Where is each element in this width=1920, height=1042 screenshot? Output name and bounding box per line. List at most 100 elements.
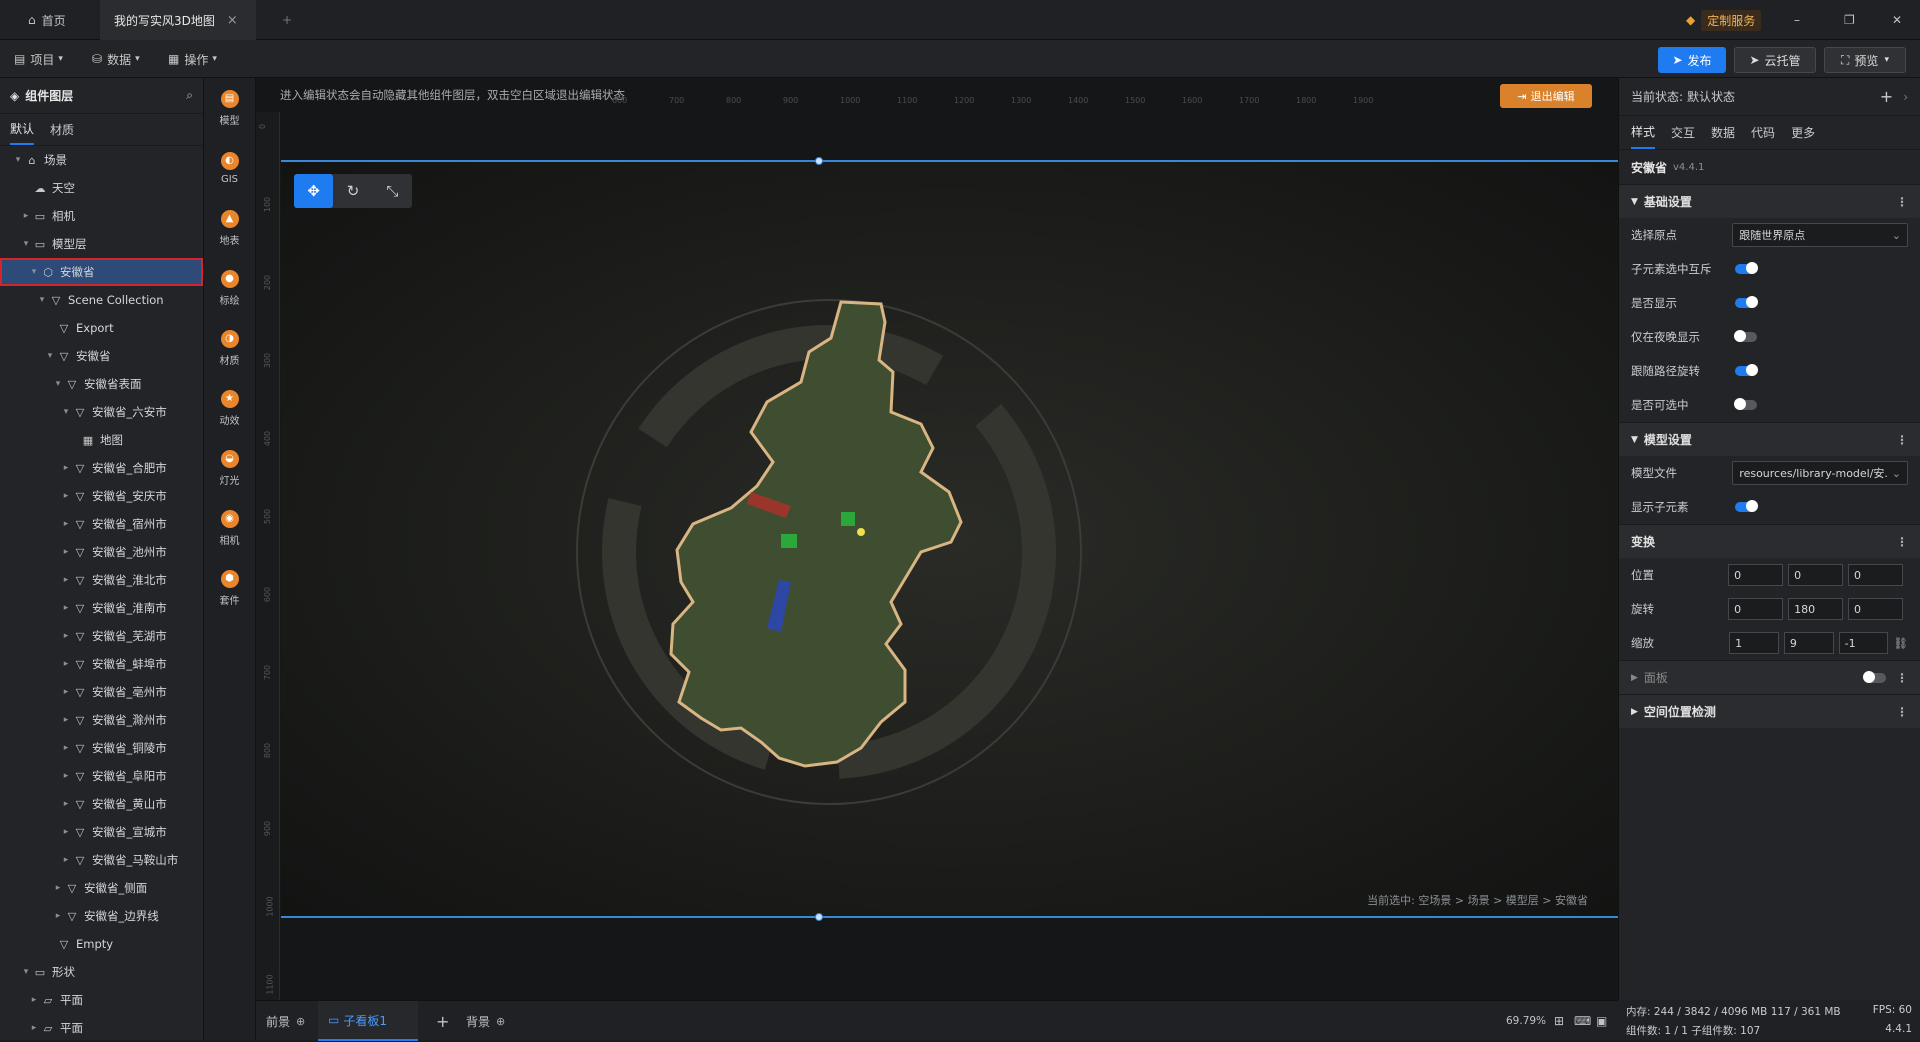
tree-arrow-icon[interactable]: ▸: [60, 659, 72, 669]
tree-arrow-icon[interactable]: ▸: [60, 827, 72, 837]
background-tab[interactable]: 背景 ⊕: [466, 1001, 505, 1041]
scale-tool-icon[interactable]: ⤡: [373, 174, 412, 208]
tree-item[interactable]: ▸ ▱ 平面: [0, 986, 203, 1014]
gizmo-center[interactable]: [857, 528, 865, 536]
top-handle[interactable]: [815, 157, 823, 165]
tree-item[interactable]: ▸ ▭ 相机: [0, 202, 203, 230]
tab-material[interactable]: 材质: [50, 121, 74, 138]
preview-button[interactable]: ⛶ 预览 ▾: [1824, 47, 1906, 73]
tree-arrow-icon[interactable]: ▾: [12, 155, 24, 165]
fit-screen-icon[interactable]: ⊞: [1554, 1001, 1564, 1041]
gizmo-plane-b[interactable]: [841, 512, 855, 526]
tree-arrow-icon[interactable]: ▸: [60, 575, 72, 585]
tree-item[interactable]: ▸ ▱ 平面: [0, 1014, 203, 1042]
tree-item[interactable]: ▾ ⌂ 场景: [0, 146, 203, 174]
close-window-button[interactable]: ✕: [1878, 0, 1916, 40]
tree-item[interactable]: ▸ ▽ 安徽省_边界线: [0, 902, 203, 930]
tree-item[interactable]: ▸ ▽ 安徽省_淮北市: [0, 566, 203, 594]
tree-arrow-icon[interactable]: ▾: [20, 239, 32, 249]
restore-button[interactable]: ❐: [1830, 0, 1869, 40]
tool-material[interactable]: ◑ 材质: [204, 318, 255, 378]
panel-toggle[interactable]: [1863, 670, 1886, 683]
toggle-switch[interactable]: [1735, 364, 1758, 376]
toggle-switch[interactable]: [1734, 398, 1757, 410]
tree-item[interactable]: ▸ ▽ 安徽省_宣城市: [0, 818, 203, 846]
tree-item[interactable]: ▸ ▽ 安徽省_蚌埠市: [0, 650, 203, 678]
tool-light[interactable]: ◒ 灯光: [204, 438, 255, 498]
add-board-button[interactable]: +: [436, 1001, 449, 1041]
add-circle-icon[interactable]: ⊕: [296, 1015, 305, 1028]
position-x-input[interactable]: 0: [1728, 564, 1784, 586]
add-state-icon[interactable]: +: [1880, 87, 1893, 106]
more-icon[interactable]: ⋮: [1896, 705, 1908, 719]
space-check-section[interactable]: ▶ 空间位置检测 ⋮: [1619, 694, 1920, 728]
tab-more[interactable]: 更多: [1791, 124, 1815, 141]
tool-gis[interactable]: ◐ GIS: [204, 138, 255, 198]
tree-item[interactable]: ▸ ▽ 安徽省_阜阳市: [0, 762, 203, 790]
keyboard-icon[interactable]: ⌨: [1574, 1001, 1591, 1041]
chevron-right-icon[interactable]: ›: [1903, 90, 1908, 104]
bottom-handle[interactable]: [815, 913, 823, 921]
tree-arrow-icon[interactable]: ▸: [60, 743, 72, 753]
toggle-switch[interactable]: [1734, 330, 1757, 342]
tree-arrow-icon[interactable]: ▸: [60, 855, 72, 865]
cloud-host-button[interactable]: ➤ 云托管: [1734, 47, 1816, 73]
rotation-y-input[interactable]: 180: [1788, 598, 1844, 620]
tool-camera[interactable]: ◉ 相机: [204, 498, 255, 558]
sub-board-tab[interactable]: ▭ 子看板1: [318, 1001, 418, 1041]
tree-arrow-icon[interactable]: ▸: [60, 771, 72, 781]
more-icon[interactable]: ⋮: [1896, 671, 1908, 685]
foreground-tab[interactable]: 前景 ⊕: [266, 1001, 305, 1041]
add-circle-icon[interactable]: ⊕: [496, 1015, 505, 1028]
rotate-tool-icon[interactable]: ↻: [333, 174, 372, 208]
scale-y-input[interactable]: 9: [1783, 632, 1834, 654]
tab-style[interactable]: 样式: [1631, 116, 1656, 149]
tree-item[interactable]: ▸ ▽ 安徽省_侧面: [0, 874, 203, 902]
tool-marker[interactable]: ● 标绘: [204, 258, 255, 318]
tree-arrow-icon[interactable]: ▸: [52, 883, 64, 893]
tree-item[interactable]: ▽ Export: [0, 314, 203, 342]
more-icon[interactable]: ⋮: [1896, 195, 1908, 209]
link-icon[interactable]: ⛓: [1893, 636, 1908, 650]
project-menu[interactable]: ▤ 项目 ▾: [14, 48, 63, 70]
tree-arrow-icon[interactable]: ▾: [28, 267, 40, 277]
editor-canvas[interactable]: 进入编辑状态会自动隐藏其他组件图层，双击空白区域退出编辑状态 600 700 800…: [256, 78, 1618, 1000]
tree-item[interactable]: ▸ ▽ 安徽省_马鞍山市: [0, 846, 203, 874]
tree-item[interactable]: ▾ ▭ 模型层: [0, 230, 203, 258]
tree-item[interactable]: ▸ ▽ 安徽省_黄山市: [0, 790, 203, 818]
tool-terrain[interactable]: ▲ 地表: [204, 198, 255, 258]
tree-item[interactable]: ▾ ▽ 安徽省表面: [0, 370, 203, 398]
tool-effect[interactable]: ★ 动效: [204, 378, 255, 438]
exit-edit-button[interactable]: ⇥ 退出编辑: [1500, 84, 1592, 108]
tree-item[interactable]: ▸ ▽ 安徽省_合肥市: [0, 454, 203, 482]
tree-arrow-icon[interactable]: ▸: [60, 631, 72, 641]
tree-item[interactable]: ▸ ▽ 安徽省_亳州市: [0, 678, 203, 706]
tree-arrow-icon[interactable]: ▾: [60, 407, 72, 417]
custom-service-button[interactable]: ◆ 定制服务: [1672, 0, 1775, 40]
tree-arrow-icon[interactable]: ▾: [52, 379, 64, 389]
show-children-toggle[interactable]: [1735, 500, 1758, 512]
toggle-switch[interactable]: [1735, 262, 1758, 274]
tree-arrow-icon[interactable]: ▸: [60, 463, 72, 473]
tree-arrow-icon[interactable]: ▸: [28, 1023, 40, 1033]
tree-arrow-icon[interactable]: ▸: [60, 715, 72, 725]
tab-map[interactable]: 我的写实风3D地图 ×: [100, 0, 256, 40]
tree-arrow-icon[interactable]: ▸: [60, 519, 72, 529]
position-z-input[interactable]: 0: [1848, 564, 1903, 586]
state-value[interactable]: 默认状态: [1687, 88, 1735, 105]
tree-item[interactable]: ▾ ▽ 安徽省: [0, 342, 203, 370]
rotation-z-input[interactable]: 0: [1848, 598, 1903, 620]
tree-item[interactable]: ▸ ▽ 安徽省_芜湖市: [0, 622, 203, 650]
tab-home[interactable]: ⌂ 首页: [14, 0, 80, 40]
search-icon[interactable]: ⌕: [186, 88, 193, 103]
tree-item[interactable]: ▸ ▽ 安徽省_安庆市: [0, 482, 203, 510]
tree-item[interactable]: ▦ 地图: [0, 426, 203, 454]
tool-model[interactable]: ▤ 模型: [204, 78, 255, 138]
tab-code[interactable]: 代码: [1751, 124, 1775, 141]
data-menu[interactable]: ⛁ 数据 ▾: [92, 48, 140, 70]
console-icon[interactable]: ▣: [1596, 1001, 1607, 1041]
model-file-select[interactable]: resources/library-model/安... ⌄: [1732, 461, 1908, 485]
tree-arrow-icon[interactable]: ▾: [36, 295, 48, 305]
tree-arrow-icon[interactable]: ▸: [60, 603, 72, 613]
tree-item[interactable]: ☁ 天空: [0, 174, 203, 202]
